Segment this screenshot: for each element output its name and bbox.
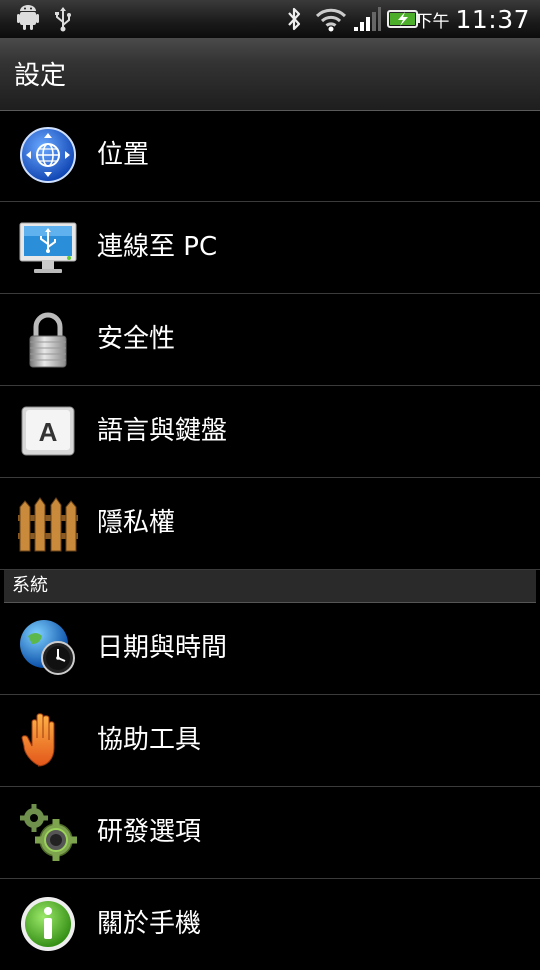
settings-item-connect-pc[interactable]: 連線至 PC: [0, 202, 540, 294]
settings-item-label: 安全性: [97, 324, 176, 354]
status-clock: 下午 11:37: [415, 0, 530, 38]
android-debug-icon: [14, 0, 42, 38]
settings-item-developer-options[interactable]: 研發選項: [0, 787, 540, 879]
wifi-icon: [314, 0, 348, 38]
globe-clock-icon: [18, 618, 78, 678]
settings-item-label: 關於手機: [97, 909, 202, 939]
page-title: 設定: [14, 61, 67, 91]
location-globe-icon: [18, 125, 78, 185]
svg-text:A: A: [39, 417, 58, 447]
gears-icon: [18, 802, 78, 862]
settings-item-label: 研發選項: [97, 817, 202, 847]
settings-item-label: 位置: [97, 140, 150, 170]
bluetooth-icon: [284, 0, 304, 38]
settings-item-label: 連線至 PC: [97, 232, 218, 262]
usb-icon: [52, 0, 74, 38]
fence-icon: [18, 493, 78, 553]
settings-item-language-keyboard[interactable]: A 語言與鍵盤: [0, 386, 540, 478]
settings-item-label: 日期與時間: [97, 633, 228, 663]
settings-item-accessibility[interactable]: 協助工具: [0, 695, 540, 787]
settings-item-date-time[interactable]: 日期與時間: [0, 603, 540, 695]
hand-icon: [18, 710, 78, 770]
section-header-label: 系統: [12, 575, 48, 596]
section-header-system: 系統: [4, 570, 536, 603]
settings-item-label: 協助工具: [97, 725, 202, 755]
settings-item-about-phone[interactable]: 關於手機: [0, 879, 540, 970]
status-time: 11:37: [455, 4, 530, 34]
settings-item-label: 隱私權: [97, 508, 176, 538]
status-ampm: 下午: [415, 11, 450, 32]
info-icon: [18, 894, 78, 954]
signal-icon: [352, 0, 382, 38]
lock-icon: [18, 309, 78, 369]
settings-list: 位置 連線至 PC 安全性 A 語言與鍵盤 隱私權 系統 日期與時間 協助工具 …: [0, 110, 540, 970]
title-bar: 設定: [0, 38, 540, 111]
settings-item-security[interactable]: 安全性: [0, 294, 540, 386]
keyboard-key-icon: A: [18, 401, 78, 461]
status-bar: 下午 11:37: [0, 0, 540, 39]
settings-item-privacy[interactable]: 隱私權: [0, 478, 540, 570]
connect-pc-icon: [18, 217, 78, 277]
settings-item-label: 語言與鍵盤: [97, 416, 228, 446]
settings-item-location[interactable]: 位置: [0, 110, 540, 202]
